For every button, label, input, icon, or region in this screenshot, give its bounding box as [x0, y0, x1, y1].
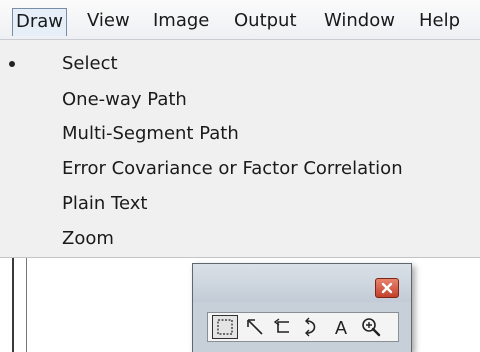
select-checked-bullet [9, 61, 15, 67]
multi-segment-path-icon [273, 318, 289, 333]
arrow-icon [247, 319, 263, 335]
tool-select[interactable] [212, 315, 238, 339]
floating-toolbox: A [192, 263, 412, 352]
menu-item-one-way-path[interactable]: One-way Path [62, 86, 187, 114]
tool-one-way-path[interactable] [242, 315, 268, 339]
close-icon [381, 282, 393, 294]
canvas-border-left [12, 258, 14, 352]
tool-zoom[interactable] [358, 315, 384, 339]
tool-plain-text[interactable]: A [328, 315, 354, 339]
menu-help[interactable]: Help [416, 8, 463, 36]
menu-output[interactable]: Output [231, 8, 300, 36]
select-rectangle-icon [217, 319, 233, 335]
zoom-icon [362, 318, 381, 337]
menu-window[interactable]: Window [321, 8, 398, 36]
menu-item-error-covariance[interactable]: Error Covariance or Factor Correlation [62, 155, 403, 183]
menu-bar: Draw View Image Output Window Help [0, 0, 480, 40]
menu-view[interactable]: View [84, 8, 133, 36]
menu-item-plain-text[interactable]: Plain Text [62, 190, 147, 218]
canvas-border-inner [26, 258, 27, 352]
menu-item-multi-segment-path[interactable]: Multi-Segment Path [62, 120, 239, 148]
text-icon: A [335, 318, 347, 338]
menu-item-zoom[interactable]: Zoom [62, 225, 114, 253]
tool-error-covariance[interactable] [298, 315, 324, 339]
draw-dropdown-menu: Select One-way Path Multi-Segment Path E… [0, 40, 480, 258]
toolbox-tool-row: A [207, 312, 399, 342]
menu-item-select[interactable]: Select [62, 50, 118, 78]
menu-draw[interactable]: Draw [12, 8, 68, 36]
menu-image[interactable]: Image [150, 8, 212, 36]
text-tool-glyph: A [335, 318, 347, 338]
toolbox-close-button[interactable] [375, 278, 399, 298]
tool-multi-segment-path[interactable] [270, 315, 296, 339]
covariance-curve-icon [305, 317, 316, 337]
